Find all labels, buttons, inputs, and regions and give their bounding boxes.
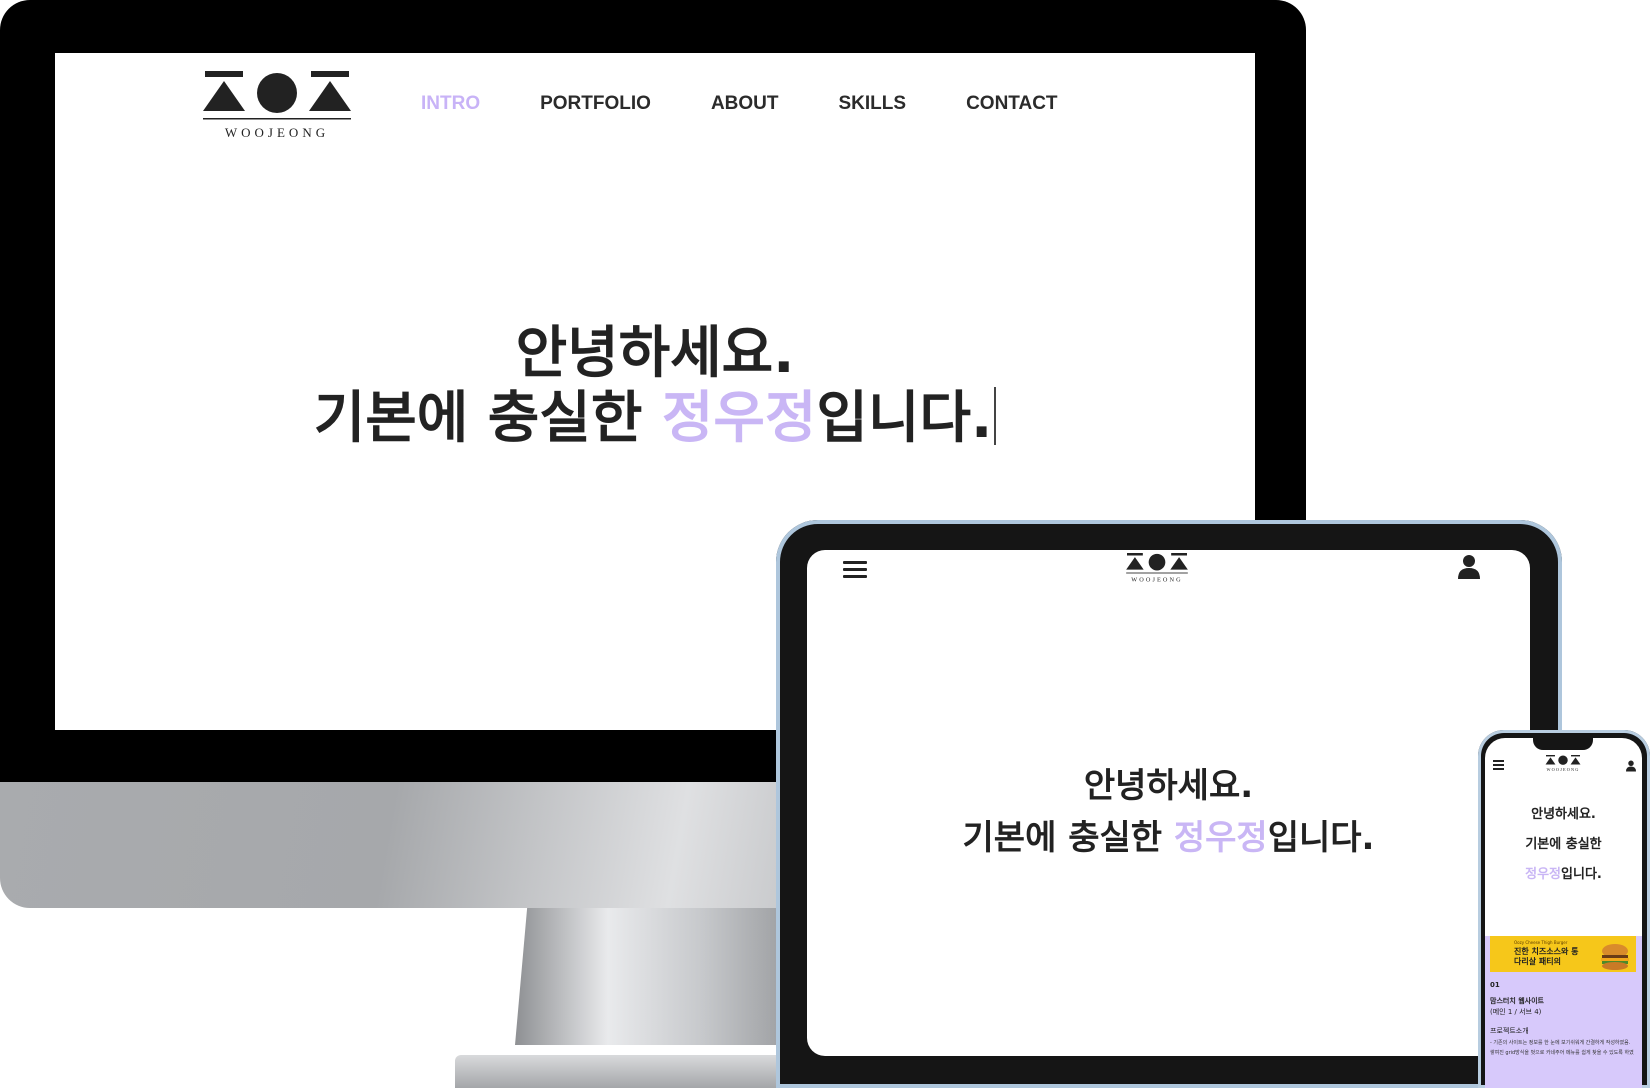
nav-contact[interactable]: CONTACT	[966, 93, 1057, 115]
user-icon[interactable]	[1458, 555, 1480, 579]
project-title: 맘스터치 웹사이트	[1490, 997, 1544, 1005]
hero-name-line: 정우정입니다.	[1485, 860, 1642, 890]
project-thumbnail[interactable]: Oozy Cheese Thigh Burger 진한 치즈소스와 통다리살 패…	[1490, 936, 1636, 972]
hero-suffix: 입니다.	[1561, 867, 1602, 882]
typing-caret	[994, 387, 997, 445]
hero-greeting: 안녕하세요.	[1083, 766, 1254, 806]
banner-headline: 진한 치즈소스와 통다리살 패티의	[1514, 947, 1579, 966]
phone-device: WOOJEONG 안녕하세요. 기본에 충실한 정우정입니다. Oozy Che…	[1478, 730, 1650, 1088]
nav-portfolio[interactable]: PORTFOLIO	[540, 93, 651, 115]
hero-prefix: 기본에 충실한	[313, 386, 662, 451]
hero-suffix: 입니다.	[1267, 818, 1375, 858]
banner-caption: Oozy Cheese Thigh Burger	[1514, 940, 1568, 945]
tablet-screen: WOOJEONG 안녕하세요. 기본에 충실한 정우정입니다.	[807, 550, 1530, 1056]
nav-about[interactable]: ABOUT	[711, 93, 779, 115]
svg-text:WOOJEONG: WOOJEONG	[225, 125, 329, 140]
desktop-nav: INTRO PORTFOLIO ABOUT SKILLS CONTACT	[421, 93, 1058, 115]
hero-intro: 기본에 충실한 정우정입니다.	[55, 385, 1255, 453]
hero-name: 정우정	[1525, 867, 1562, 882]
project-description: - 기존의 사이트는 정보를 한 눈에 보기쉬워게 간결하게 작성하였음.	[1490, 1040, 1631, 1046]
hero-name: 정우정	[1173, 818, 1268, 858]
tablet-hero: 안녕하세요. 기본에 충실한 정우정입니다.	[807, 760, 1530, 864]
hamburger-menu-icon[interactable]	[843, 558, 867, 580]
woojeong-logo[interactable]: WOOJEONG	[203, 71, 351, 143]
svg-text:WOOJEONG: WOOJEONG	[1546, 767, 1579, 772]
portfolio-card[interactable]: Oozy Cheese Thigh Burger 진한 치즈소스와 통다리살 패…	[1485, 936, 1642, 1088]
woojeong-logo[interactable]: WOOJEONG	[1545, 755, 1581, 772]
project-subtitle: (메인 1 / 서브 4)	[1490, 1008, 1542, 1016]
tablet-device: WOOJEONG 안녕하세요. 기본에 충실한 정우정입니다.	[776, 520, 1562, 1088]
phone-notch	[1533, 738, 1593, 750]
phone-hero: 안녕하세요. 기본에 충실한 정우정입니다.	[1485, 800, 1642, 890]
desktop-hero: 안녕하세요. 기본에 충실한 정우정입니다.	[55, 323, 1255, 453]
hero-greeting: 안녕하세요.	[1531, 807, 1596, 822]
svg-text:WOOJEONG: WOOJEONG	[1131, 576, 1182, 583]
hero-suffix: 입니다.	[816, 386, 993, 451]
hero-intro: 기본에 충실한 정우정입니다.	[807, 812, 1530, 864]
hero-name: 정우정	[661, 386, 817, 451]
user-icon[interactable]	[1626, 760, 1636, 772]
hamburger-menu-icon[interactable]	[1493, 760, 1504, 772]
woojeong-logo[interactable]: WOOJEONG	[1123, 553, 1191, 583]
burger-image-icon	[1601, 944, 1629, 970]
hero-intro: 기본에 충실한	[1525, 837, 1602, 852]
hero-greeting: 안녕하세요.	[515, 321, 795, 386]
nav-skills[interactable]: SKILLS	[839, 93, 907, 115]
phone-screen: WOOJEONG 안녕하세요. 기본에 충실한 정우정입니다. Oozy Che…	[1485, 738, 1642, 1088]
project-number: 01	[1490, 981, 1500, 989]
nav-intro[interactable]: INTRO	[421, 93, 480, 115]
project-description: 쌓여진 grid방식을 벗으로 카네주어 메뉴를 쉽게 찾을 수 있도록 하였	[1490, 1050, 1634, 1056]
project-section-label: 프로젝트소개	[1490, 1027, 1529, 1035]
hero-prefix: 기본에 충실한	[962, 818, 1174, 858]
